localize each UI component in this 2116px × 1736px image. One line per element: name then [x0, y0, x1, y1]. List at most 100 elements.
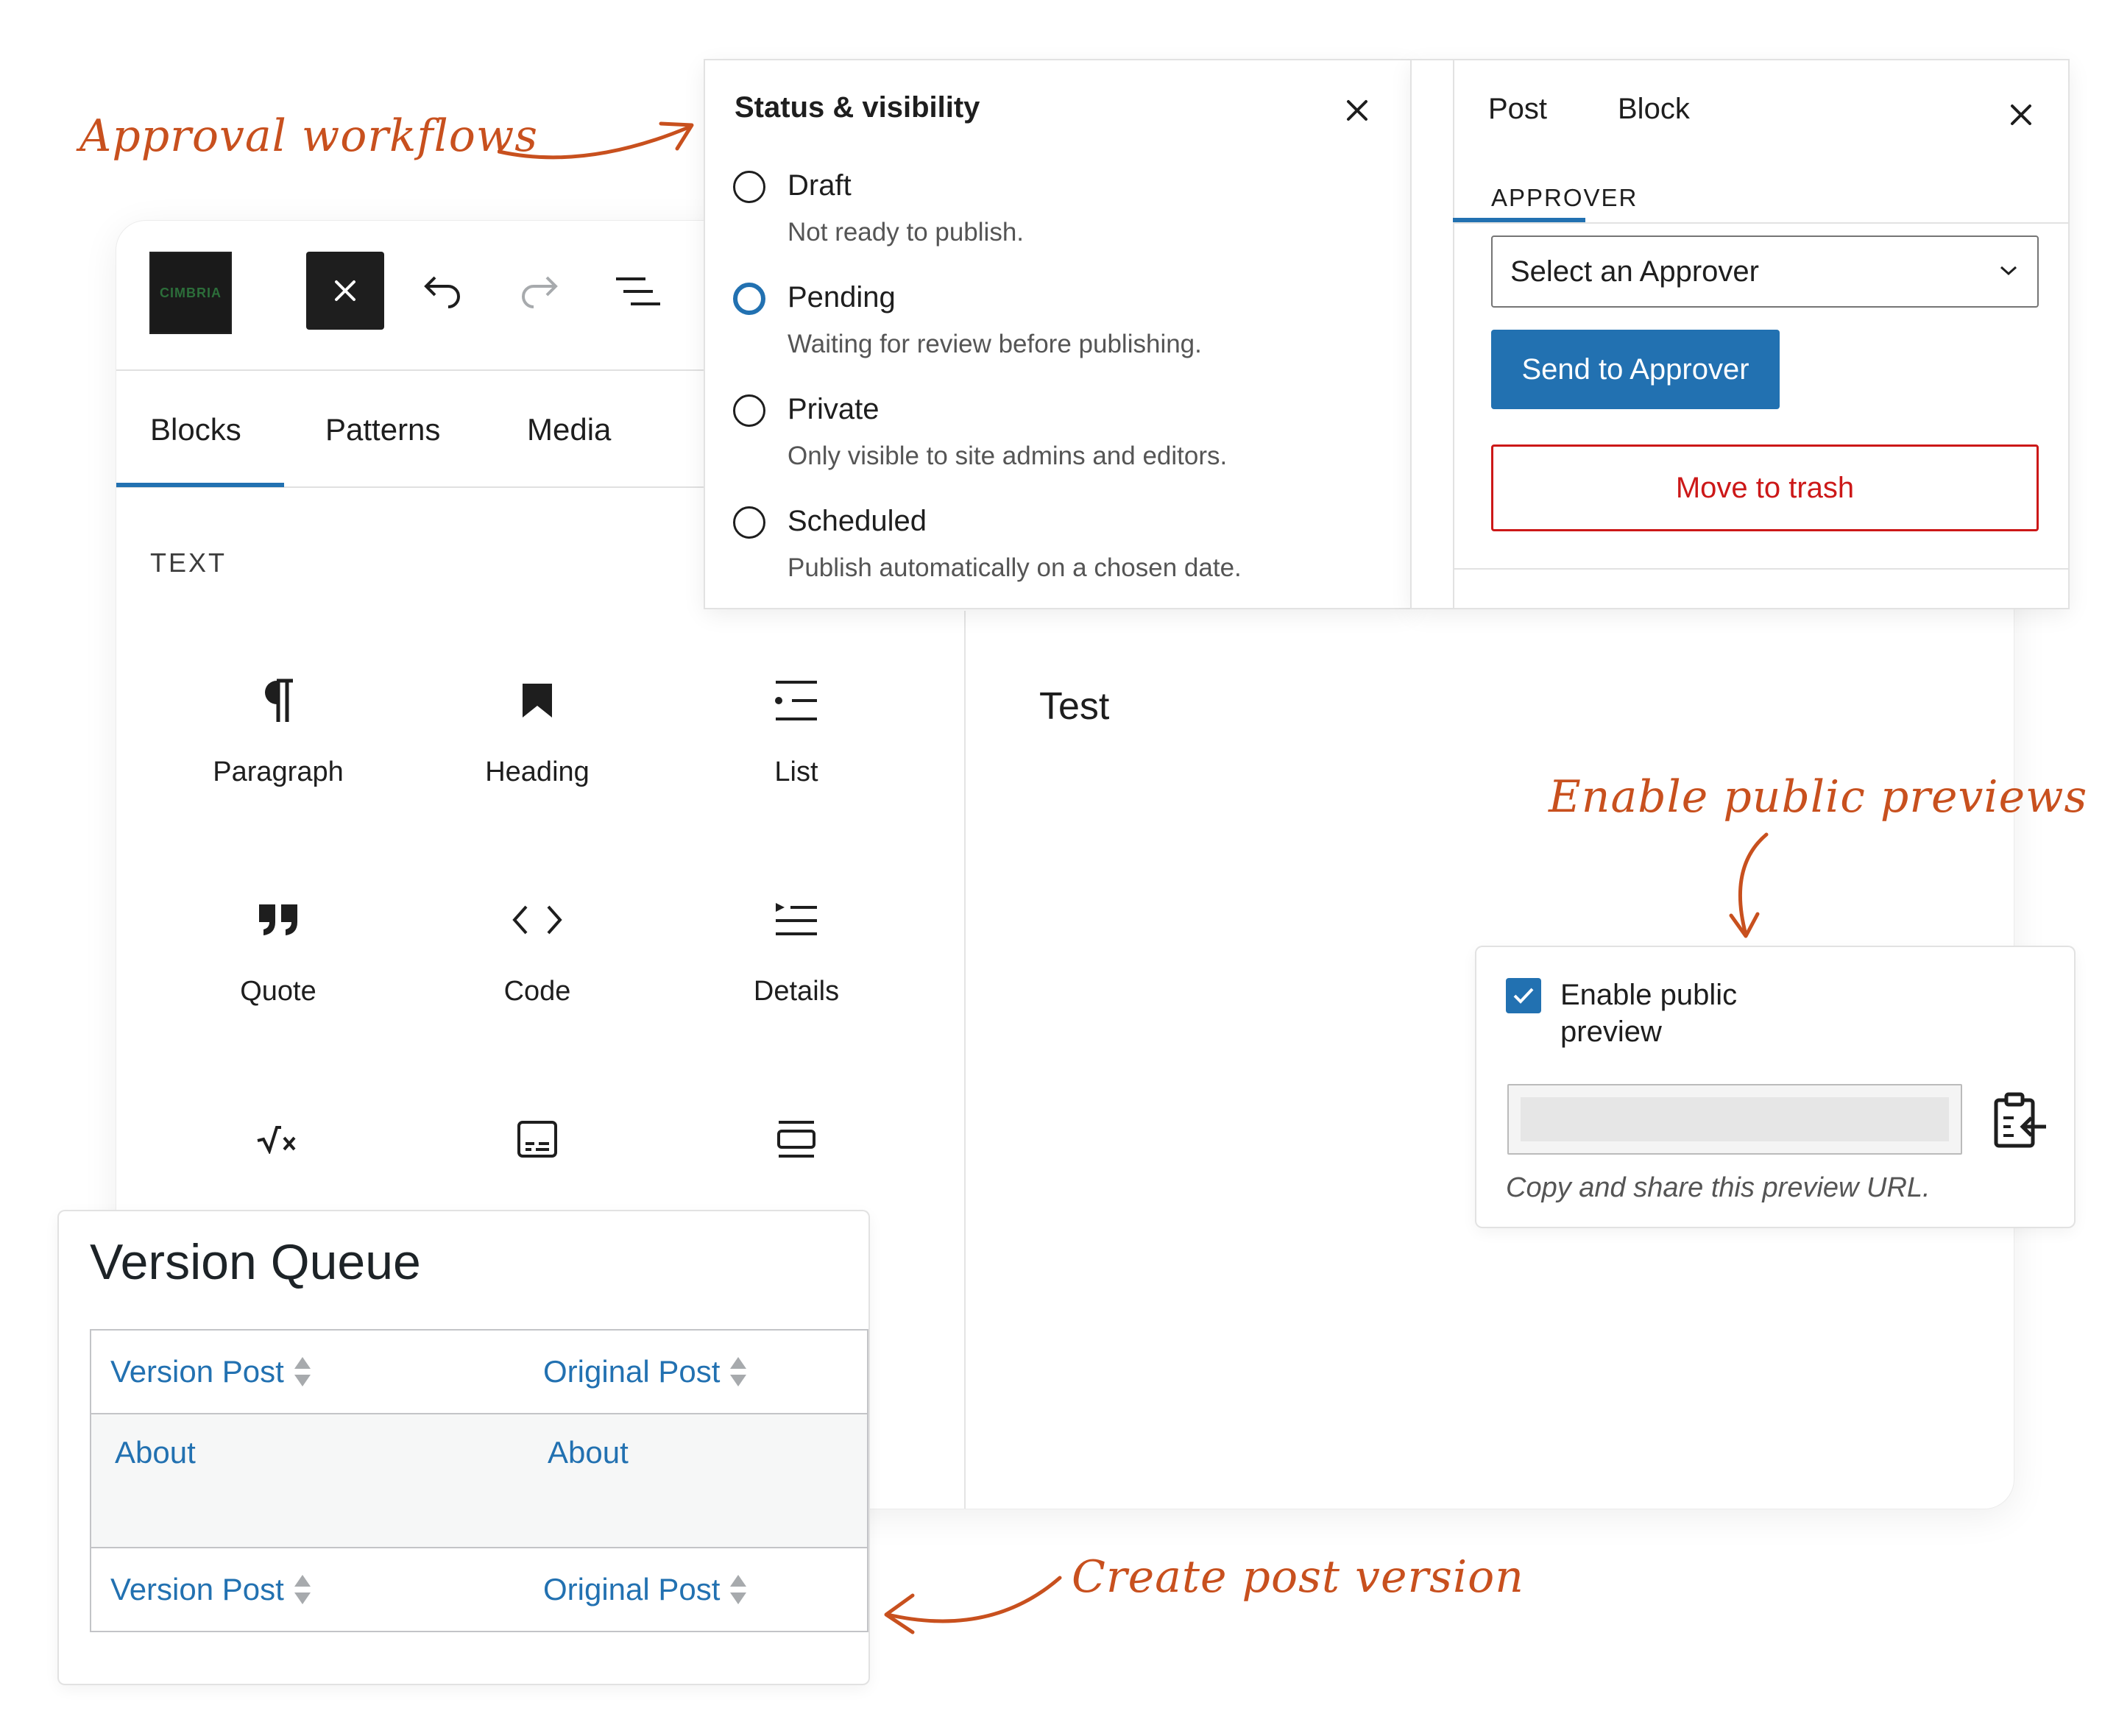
sidebar-tabs-divider — [1453, 222, 2068, 224]
tab-post[interactable]: Post — [1488, 93, 1547, 126]
checkmark-icon — [1513, 988, 1534, 1004]
heading-icon — [523, 684, 552, 718]
block-quote[interactable]: Quote — [168, 890, 389, 1007]
column-footer-label: Version Post — [110, 1572, 284, 1606]
close-inserter-button[interactable] — [306, 252, 384, 330]
code-icon — [512, 905, 562, 935]
close-icon — [1347, 100, 1367, 121]
block-paragraph[interactable]: Paragraph — [168, 671, 389, 788]
table-row: About About — [91, 1413, 867, 1548]
version-queue-title: Version Queue — [90, 1234, 421, 1290]
tab-patterns[interactable]: Patterns — [325, 412, 440, 447]
approver-select-value: Select an Approver — [1510, 255, 1759, 288]
annotation-version: Create post version — [1072, 1551, 1524, 1603]
annotation-arrow-approval — [498, 121, 694, 160]
send-to-approver-button[interactable]: Send to Approver — [1491, 330, 1780, 409]
annotation-previews: Enable public previews — [1549, 771, 2088, 823]
option-scheduled-desc: Publish automatically on a chosen date. — [788, 553, 1242, 582]
undo-icon — [424, 276, 460, 308]
block-verse[interactable] — [686, 1110, 907, 1169]
radio-draft[interactable] — [733, 171, 765, 203]
chevron-down-icon — [2000, 266, 2017, 276]
block-code[interactable]: Code — [427, 890, 648, 1007]
site-logo-text: CIMBRIA — [160, 285, 222, 300]
version-queue-panel: Version Queue Version Post Original Post… — [59, 1211, 868, 1684]
tab-block[interactable]: Block — [1618, 93, 1690, 126]
inserter-section-label: TEXT — [150, 548, 227, 578]
sort-icon — [730, 1356, 747, 1388]
option-draft-label[interactable]: Draft — [788, 169, 852, 202]
preformatted-icon — [517, 1121, 557, 1158]
annotation-arrow-version — [884, 1576, 1062, 1634]
close-popover-button[interactable] — [1337, 90, 1378, 131]
block-math[interactable] — [168, 1110, 389, 1169]
list-icon — [775, 681, 817, 720]
redo-icon — [522, 276, 558, 308]
sort-version-post[interactable]: Version Post — [110, 1354, 311, 1389]
block-heading[interactable]: Heading — [427, 671, 648, 788]
quote-icon — [259, 904, 297, 935]
close-icon — [2011, 104, 2031, 125]
paragraph-icon — [265, 679, 293, 722]
document-overview-button[interactable] — [611, 263, 662, 319]
option-scheduled-label[interactable]: Scheduled — [788, 505, 927, 538]
annotation-arrow-previews — [1729, 832, 1769, 938]
post-content-text[interactable]: Test — [1039, 684, 1109, 729]
approver-label: APPROVER — [1491, 184, 1638, 211]
move-to-trash-button[interactable]: Move to trash — [1491, 444, 2039, 531]
block-label: Code — [503, 976, 571, 1007]
block-label: Details — [753, 976, 840, 1007]
sort-icon — [294, 1573, 311, 1606]
option-private-label[interactable]: Private — [788, 393, 880, 426]
radio-private[interactable] — [733, 394, 765, 427]
block-label: Quote — [240, 976, 316, 1007]
sidebar-divider — [1453, 568, 2068, 570]
sidebar-gutter — [1412, 60, 1454, 608]
column-header-label: Original Post — [543, 1354, 721, 1389]
block-label: List — [774, 757, 818, 787]
option-draft-desc: Not ready to publish. — [788, 218, 1025, 247]
copy-url-button[interactable] — [1989, 1090, 2050, 1152]
redo-button[interactable] — [514, 263, 565, 319]
original-post-link[interactable]: About — [548, 1435, 629, 1470]
sort-version-post-footer[interactable]: Version Post — [110, 1572, 311, 1607]
version-queue-table: Version Post Original Post About About V… — [90, 1329, 868, 1632]
close-icon — [335, 280, 355, 301]
sort-icon — [294, 1356, 311, 1388]
undo-button[interactable] — [417, 263, 468, 319]
status-visibility-popover: Status & visibility Draft Not ready to p… — [705, 60, 1412, 608]
preview-url-value — [1521, 1097, 1949, 1141]
table-header: Version Post Original Post — [91, 1331, 867, 1413]
sort-icon — [730, 1573, 747, 1606]
toolbar-divider — [116, 369, 705, 371]
math-icon — [257, 1126, 296, 1154]
enable-preview-checkbox[interactable] — [1506, 978, 1541, 1013]
block-label: Heading — [485, 757, 590, 787]
version-post-link[interactable]: About — [115, 1435, 196, 1470]
radio-scheduled[interactable] — [733, 506, 765, 539]
sort-original-post-footer[interactable]: Original Post — [543, 1572, 747, 1607]
block-list[interactable]: List — [686, 671, 907, 788]
block-details[interactable]: Details — [686, 890, 907, 1007]
radio-pending[interactable] — [733, 283, 765, 315]
public-preview-panel: Enable public preview Copy and share thi… — [1476, 947, 2074, 1227]
active-tab-indicator — [1453, 218, 1585, 222]
sort-original-post[interactable]: Original Post — [543, 1354, 747, 1389]
close-sidebar-button[interactable] — [2000, 94, 2042, 135]
verse-icon — [777, 1121, 815, 1158]
list-view-icon — [616, 277, 660, 305]
block-preformatted[interactable] — [427, 1110, 648, 1169]
clipboard-copy-icon — [1994, 1092, 2046, 1148]
site-logo[interactable]: CIMBRIA — [149, 252, 232, 334]
preview-url-field[interactable] — [1507, 1084, 1962, 1155]
tab-blocks[interactable]: Blocks — [150, 412, 241, 447]
inserter-divider — [964, 611, 966, 1509]
settings-sidebar: Post Block APPROVER Select an Approver S… — [1412, 60, 2068, 608]
approver-select[interactable]: Select an Approver — [1491, 235, 2039, 308]
tab-media[interactable]: Media — [527, 412, 611, 447]
enable-preview-label[interactable]: Enable public preview — [1560, 977, 1796, 1050]
option-pending-desc: Waiting for review before publishing. — [788, 330, 1202, 358]
details-icon — [776, 903, 817, 935]
option-pending-label[interactable]: Pending — [788, 281, 896, 314]
annotation-approval: Approval workflows — [79, 110, 539, 162]
